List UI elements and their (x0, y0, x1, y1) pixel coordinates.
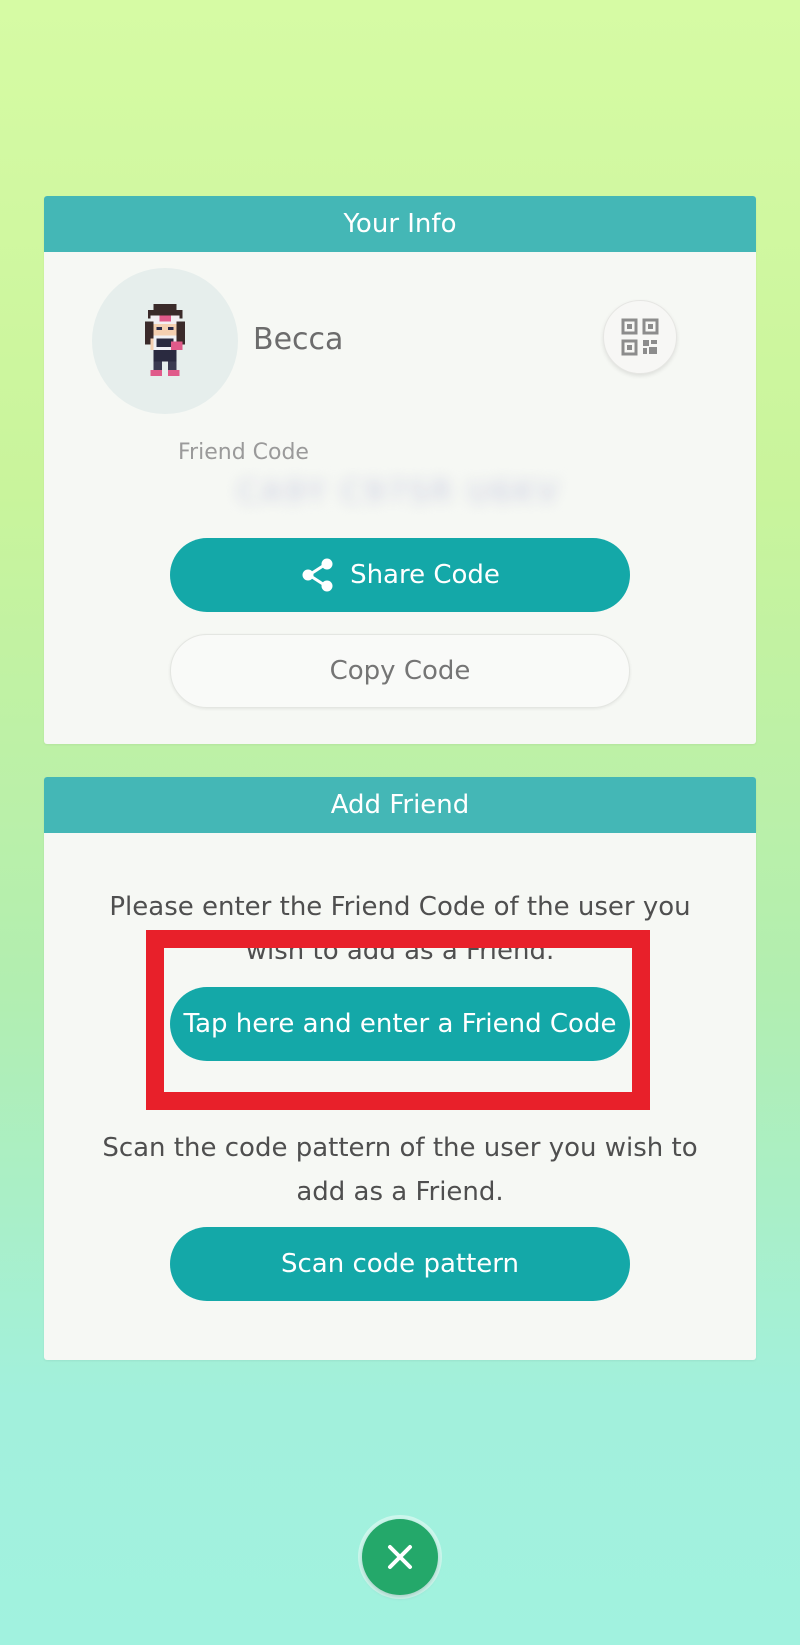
your-info-header: Your Info (44, 196, 756, 252)
friend-code-value: CA9Y C97SR U6KV (237, 474, 561, 510)
qr-code-button[interactable] (603, 300, 677, 374)
add-friend-card: Add Friend Please enter the Friend Code … (44, 777, 756, 1360)
friend-code-label: Friend Code (178, 440, 309, 465)
share-code-button[interactable]: Share Code (170, 538, 630, 612)
qr-code-icon (621, 318, 659, 356)
share-icon (300, 557, 336, 593)
scan-code-instruction: Scan the code pattern of the user you wi… (102, 1133, 698, 1207)
your-info-card: Your Info Becca Friend Code CA9Y C97SR U… (44, 196, 756, 744)
enter-code-instruction: Please enter the Friend Code of the user… (109, 892, 691, 966)
close-button[interactable] (362, 1519, 438, 1595)
close-button-ring (358, 1515, 442, 1599)
trainer-sprite-icon (144, 304, 186, 376)
copy-code-label: Copy Code (329, 656, 471, 686)
enter-friend-code-button[interactable]: Tap here and enter a Friend Code (170, 987, 630, 1061)
add-friend-header: Add Friend (44, 777, 756, 833)
enter-friend-code-label: Tap here and enter a Friend Code (183, 1009, 617, 1039)
scan-code-pattern-label: Scan code pattern (281, 1249, 519, 1279)
close-icon (388, 1545, 412, 1569)
avatar (92, 268, 238, 414)
copy-code-button[interactable]: Copy Code (170, 634, 630, 708)
scan-code-pattern-button[interactable]: Scan code pattern (170, 1227, 630, 1301)
share-code-label: Share Code (350, 560, 500, 590)
username: Becca (253, 322, 344, 357)
